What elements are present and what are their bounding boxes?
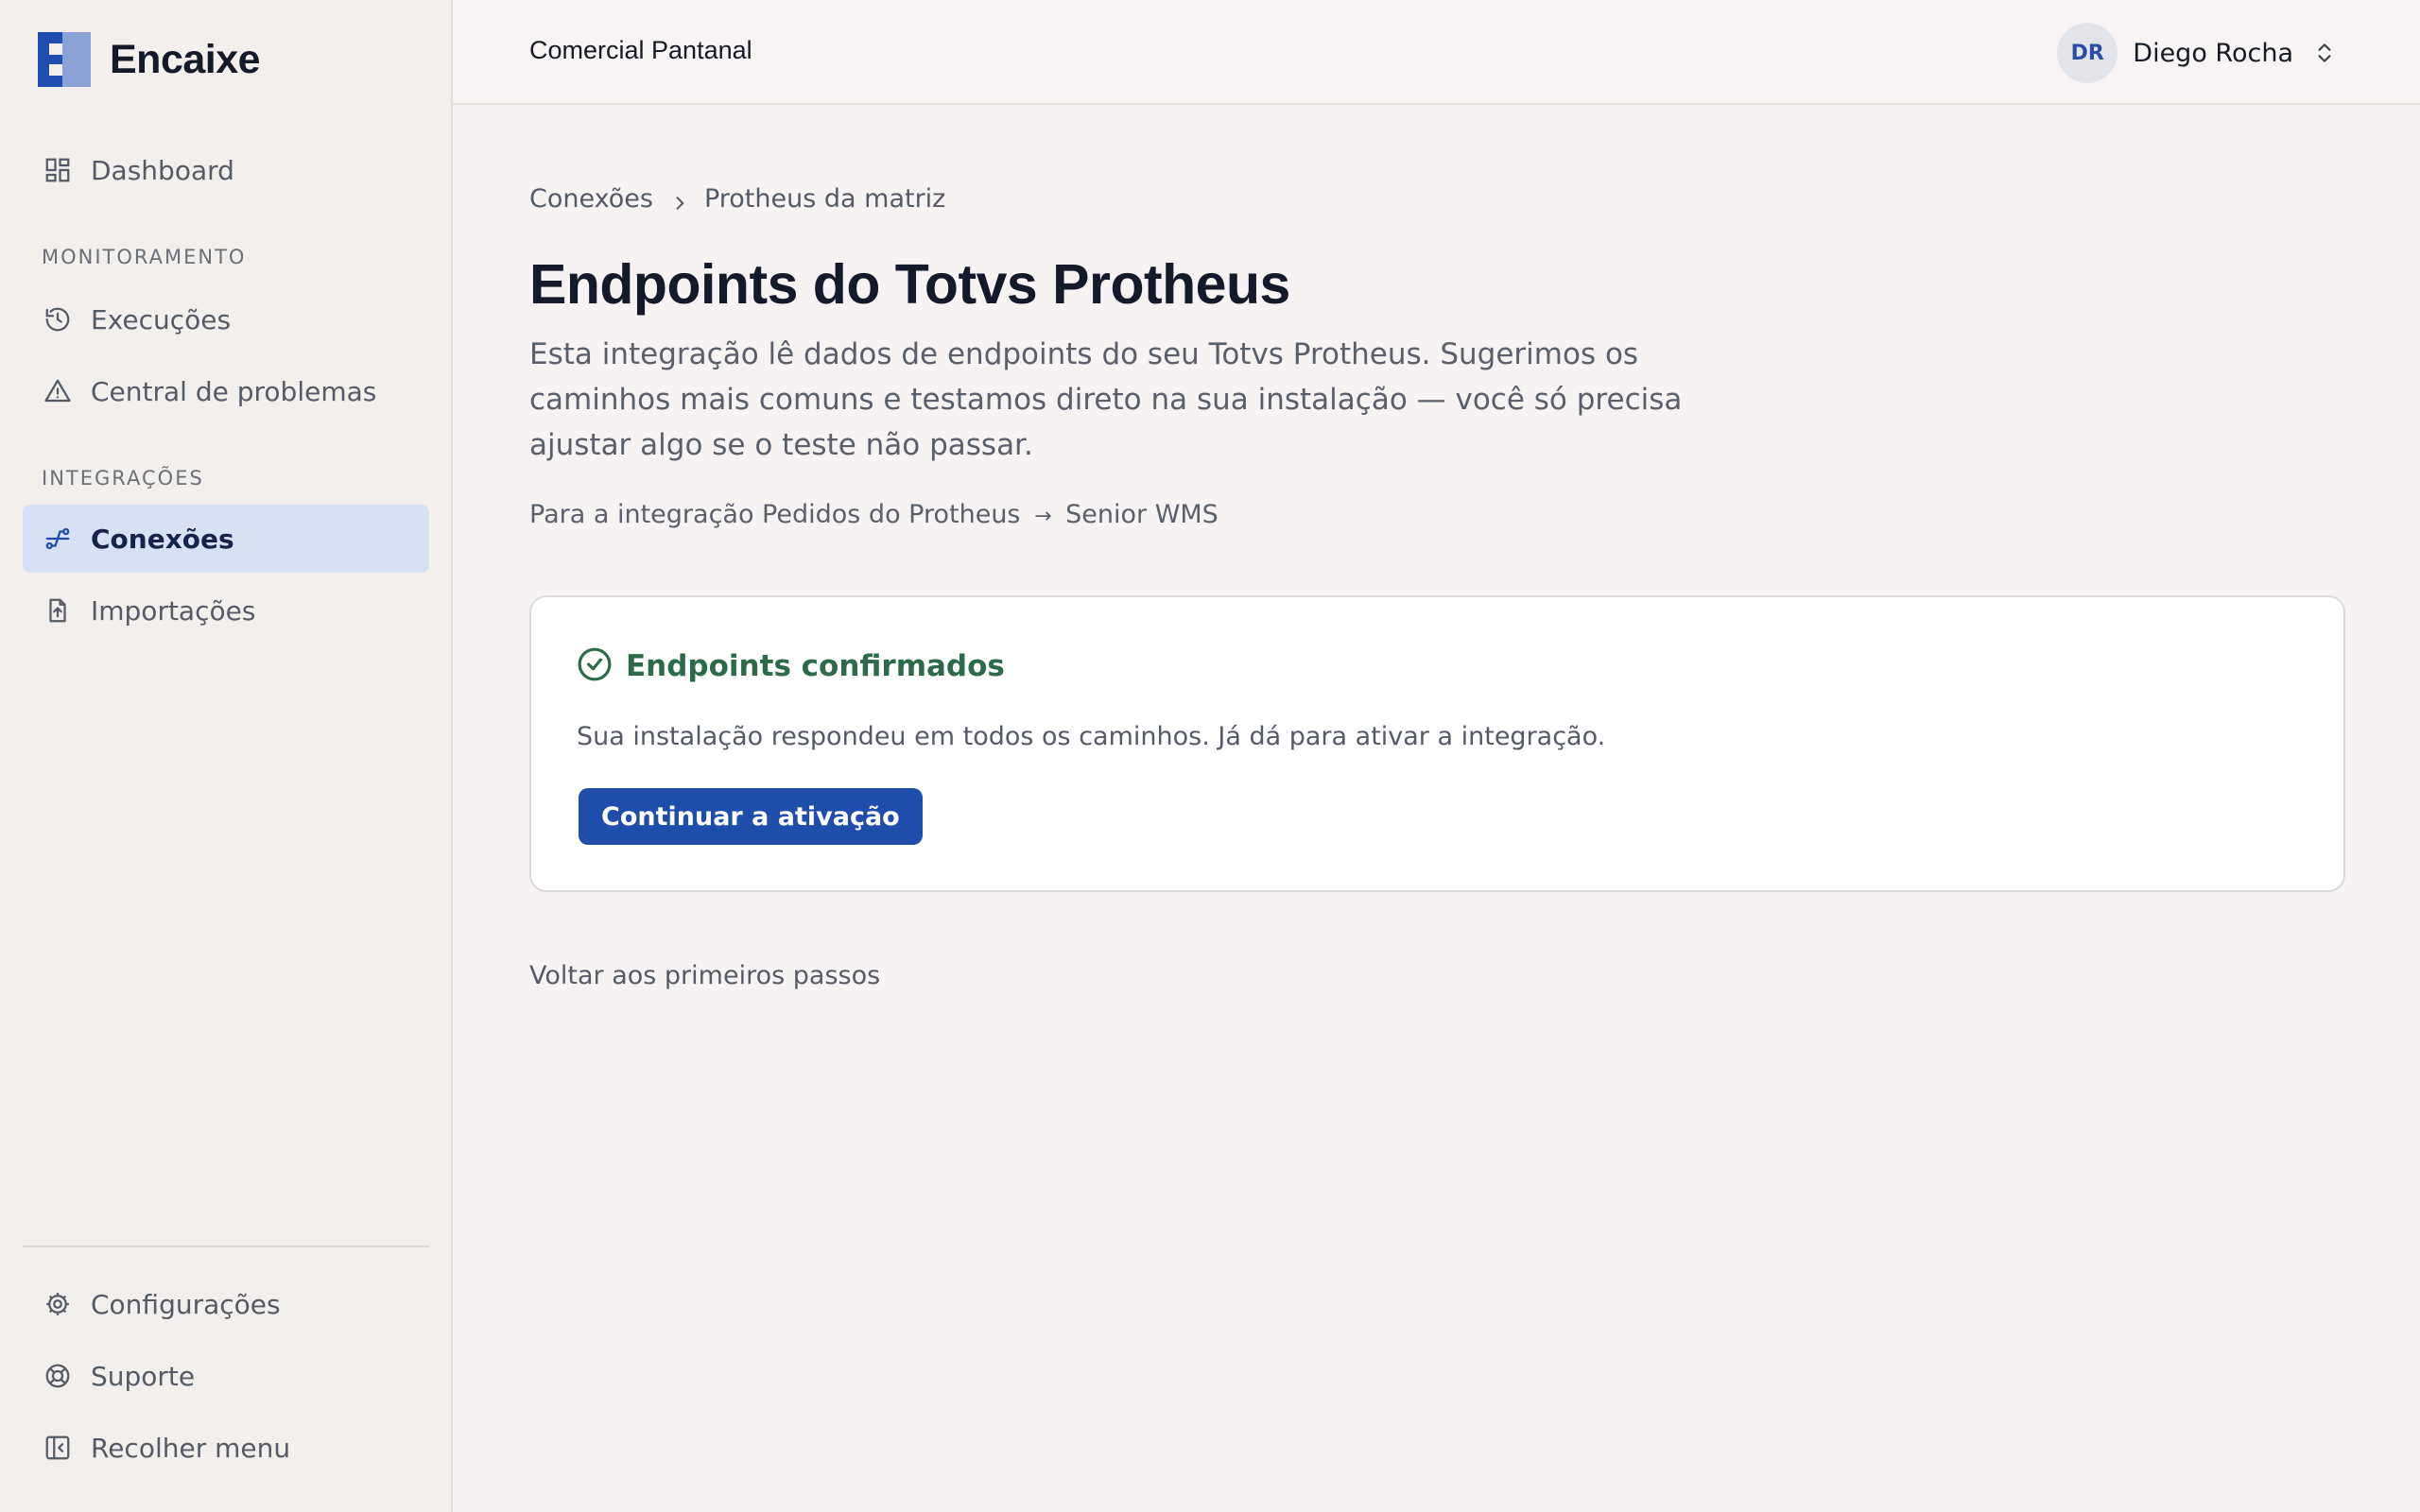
integration-source: Para a integração Pedidos do Protheus bbox=[529, 500, 1021, 529]
sidebar-item-executions[interactable]: Execuções bbox=[23, 285, 429, 353]
organization-name[interactable]: Comercial Pantanal bbox=[529, 36, 752, 65]
breadcrumb-current: Protheus da matriz bbox=[703, 184, 946, 214]
sidebar-item-label: Central de problemas bbox=[91, 375, 377, 407]
arrow-right-icon: → bbox=[1034, 505, 1052, 528]
back-to-first-steps-link[interactable]: Voltar aos primeiros passos bbox=[529, 961, 880, 990]
section-label-monitoring: MONITORAMENTO bbox=[42, 246, 247, 268]
lifebuoy-icon bbox=[42, 1360, 74, 1392]
integration-target: Senior WMS bbox=[1065, 500, 1219, 529]
sidebar-item-settings[interactable]: Configurações bbox=[23, 1270, 429, 1338]
gear-icon bbox=[42, 1288, 74, 1320]
collapse-sidebar-icon bbox=[42, 1432, 74, 1464]
sidebar-item-connections[interactable]: Conexões bbox=[23, 505, 429, 573]
page-title: Endpoints do Totvs Protheus bbox=[529, 253, 1290, 316]
file-upload-icon bbox=[42, 594, 74, 627]
sidebar-item-label: Recolher menu bbox=[91, 1432, 291, 1464]
sidebar-divider bbox=[23, 1246, 429, 1247]
brand-name: Encaixe bbox=[110, 36, 261, 82]
integration-context: Para a integração Pedidos do Protheus → … bbox=[529, 500, 1219, 529]
breadcrumb-parent[interactable]: Conexões bbox=[529, 184, 653, 214]
sidebar-item-label: Configurações bbox=[91, 1288, 281, 1320]
sidebar-item-dashboard[interactable]: Dashboard bbox=[23, 136, 429, 204]
check-circle-icon bbox=[577, 646, 613, 686]
user-name: Diego Rocha bbox=[2133, 38, 2293, 68]
warning-icon bbox=[42, 375, 74, 407]
sidebar-item-problems[interactable]: Central de problemas bbox=[23, 357, 429, 425]
sidebar-item-collapse[interactable]: Recolher menu bbox=[23, 1414, 429, 1482]
section-label-integrations: INTEGRAÇÕES bbox=[42, 467, 204, 490]
dashboard-grid-icon bbox=[42, 154, 74, 186]
continue-activation-button[interactable]: Continuar a ativação bbox=[579, 788, 923, 845]
chevron-right-icon bbox=[670, 190, 689, 210]
sidebar-item-label: Suporte bbox=[91, 1360, 196, 1392]
sidebar-item-label: Conexões bbox=[91, 523, 234, 555]
history-icon bbox=[42, 303, 74, 335]
breadcrumb: Conexões Protheus da matriz bbox=[529, 184, 945, 214]
sidebar-item-label: Dashboard bbox=[91, 154, 234, 186]
sidebar-item-label: Execuções bbox=[91, 303, 232, 335]
status-card-title: Endpoints confirmados bbox=[626, 649, 1005, 683]
status-card-message: Sua instalação respondeu em todos os cam… bbox=[577, 722, 1606, 751]
status-card: Endpoints confirmados Sua instalação res… bbox=[529, 595, 2345, 892]
sidebar: Encaixe Dashboard MONITORAMENTO Execuçõe… bbox=[0, 0, 453, 1512]
topbar: Comercial Pantanal DR Diego Rocha bbox=[453, 0, 2420, 105]
avatar: DR bbox=[2057, 23, 2118, 83]
page-description: Esta integração lê dados de endpoints do… bbox=[529, 337, 1683, 462]
sidebar-item-imports[interactable]: Importações bbox=[23, 576, 429, 644]
sidebar-item-label: Importações bbox=[91, 594, 256, 627]
brand[interactable]: Encaixe bbox=[38, 32, 261, 87]
encaixe-logo-icon bbox=[38, 32, 91, 87]
user-menu[interactable]: DR Diego Rocha bbox=[2057, 23, 2337, 83]
status-card-header: Endpoints confirmados bbox=[577, 646, 1005, 686]
chevron-up-down-icon bbox=[2312, 39, 2337, 67]
sidebar-item-support[interactable]: Suporte bbox=[23, 1342, 429, 1410]
connections-icon bbox=[42, 523, 74, 555]
